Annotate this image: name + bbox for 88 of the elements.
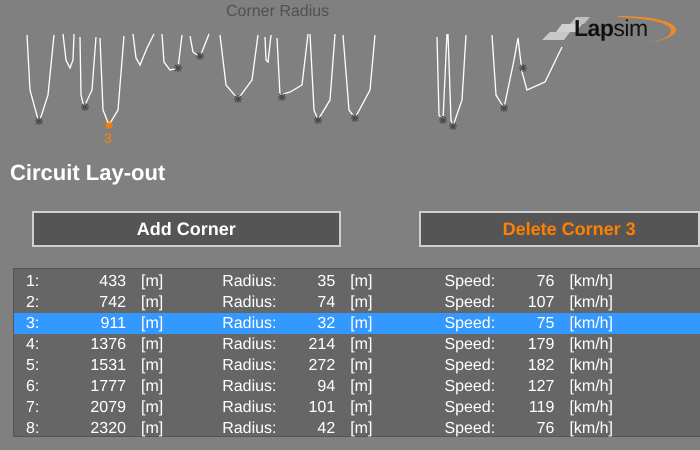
speed-unit: [km/h] [569, 272, 613, 292]
speed-value: 76 [536, 419, 554, 439]
corner-row[interactable]: 6: 1777 [m] Radius: 94 [m] Speed: 127 [km/h] [14, 376, 700, 397]
radius-unit: [m] [350, 398, 372, 418]
radius-label: Radius: [222, 335, 278, 355]
distance-value: 1376 [89, 335, 126, 355]
distance-value: 433 [98, 272, 126, 292]
radius-label: Radius: [222, 419, 278, 439]
distance-value: 1531 [89, 356, 126, 376]
speed-value: 182 [526, 356, 554, 376]
radius-unit: [m] [350, 293, 372, 313]
radius-value: 42 [316, 419, 336, 439]
radius-label: Radius: [222, 272, 278, 292]
corner-index: 3: [26, 314, 40, 334]
radius-value: 272 [308, 356, 336, 376]
radius-unit: [m] [350, 272, 372, 292]
speed-label: Speed: [444, 398, 496, 418]
speed-unit: [km/h] [569, 293, 613, 313]
section-heading: Circuit Lay-out [10, 160, 166, 187]
corner-row[interactable]: 4: 1376 [m] Radius: 214 [m] Speed: 179 [km/h] [14, 334, 700, 355]
radius-value: 32 [316, 314, 336, 334]
corner-row[interactable]: 3: 911 [m] Radius: 32 [m] Speed: 75 [km/h] [14, 313, 700, 334]
speed-value: 119 [528, 398, 554, 418]
radius-value: 94 [316, 377, 336, 397]
distance-unit: [m] [141, 293, 164, 313]
radius-label: Radius: [222, 293, 278, 313]
distance-unit: [m] [141, 356, 164, 376]
corner-index: 1: [26, 272, 40, 292]
distance-value: 2320 [89, 419, 126, 439]
speed-unit: [km/h] [569, 314, 613, 334]
distance-value: 1777 [89, 377, 126, 397]
speed-label: Speed: [444, 335, 496, 355]
speed-unit: [km/h] [569, 377, 613, 397]
distance-unit: [m] [141, 419, 164, 439]
logo-text: Lapsim [574, 15, 648, 41]
radius-unit: [m] [350, 314, 372, 334]
corner-index: 6: [26, 377, 40, 397]
speed-value: 127 [526, 377, 554, 397]
speed-value: 107 [526, 293, 554, 313]
speed-value: 75 [536, 314, 554, 334]
speed-unit: [km/h] [569, 335, 613, 355]
corner-row[interactable]: 2: 742 [m] Radius: 74 [m] Speed: 107 [km/h] [14, 292, 700, 313]
distance-value: 911 [99, 314, 126, 334]
delete-corner-button[interactable]: Delete Corner 3 [418, 211, 700, 247]
speed-label: Speed: [444, 419, 496, 439]
corner-row[interactable]: 8: 2320 [m] Radius: 42 [m] Speed: 76 [km/h] [14, 418, 700, 439]
distance-unit: [m] [141, 314, 164, 334]
speed-label: Speed: [444, 293, 496, 313]
radius-label: Radius: [222, 377, 278, 397]
radius-label: Radius: [222, 356, 278, 376]
radius-value: 101 [308, 398, 336, 418]
speed-unit: [km/h] [569, 419, 613, 439]
distance-unit: [m] [141, 335, 164, 355]
speed-label: Speed: [444, 356, 496, 376]
marker-label: 3 [104, 131, 112, 145]
corner-index: 7: [26, 398, 40, 418]
radius-unit: [m] [350, 335, 372, 355]
corner-index: 8: [26, 419, 40, 439]
corner-row[interactable]: 5: 1531 [m] Radius: 272 [m] Speed: 182 [km/h] [14, 355, 700, 376]
distance-unit: [m] [141, 377, 164, 397]
corner-index: 5: [26, 356, 40, 376]
distance-value: 742 [98, 293, 126, 313]
distance-value: 2079 [89, 398, 126, 418]
corner-row[interactable]: 7: 2079 [m] Radius: 101 [m] Speed: 119 [km/h] [14, 397, 700, 418]
radius-unit: [m] [350, 356, 372, 376]
radius-label: Radius: [222, 398, 278, 418]
distance-unit: [m] [141, 272, 164, 292]
speed-value: 179 [526, 335, 554, 355]
radius-value: 35 [316, 272, 336, 292]
radius-unit: [m] [350, 419, 372, 439]
radius-label: Radius: [222, 314, 278, 334]
selected-marker-icon [104, 120, 114, 130]
corner-index: 2: [26, 293, 40, 313]
add-corner-button[interactable]: Add Corner [32, 211, 341, 247]
speed-label: Speed: [444, 377, 496, 397]
corner-index: 4: [26, 335, 40, 355]
radius-value: 214 [308, 335, 336, 355]
speed-unit: [km/h] [569, 356, 613, 376]
logo-icon [540, 14, 678, 44]
radius-unit: [m] [350, 377, 372, 397]
corner-marker-icon [34, 51, 528, 131]
corner-row[interactable]: 1: 433 [m] Radius: 35 [m] Speed: 76 [km/h] [14, 271, 700, 292]
speed-value: 76 [536, 272, 554, 292]
distance-unit: [m] [141, 398, 164, 418]
radius-value: 74 [316, 293, 336, 313]
speed-label: Speed: [444, 272, 496, 292]
speed-label: Speed: [444, 314, 496, 334]
speed-unit: [km/h] [569, 398, 613, 418]
